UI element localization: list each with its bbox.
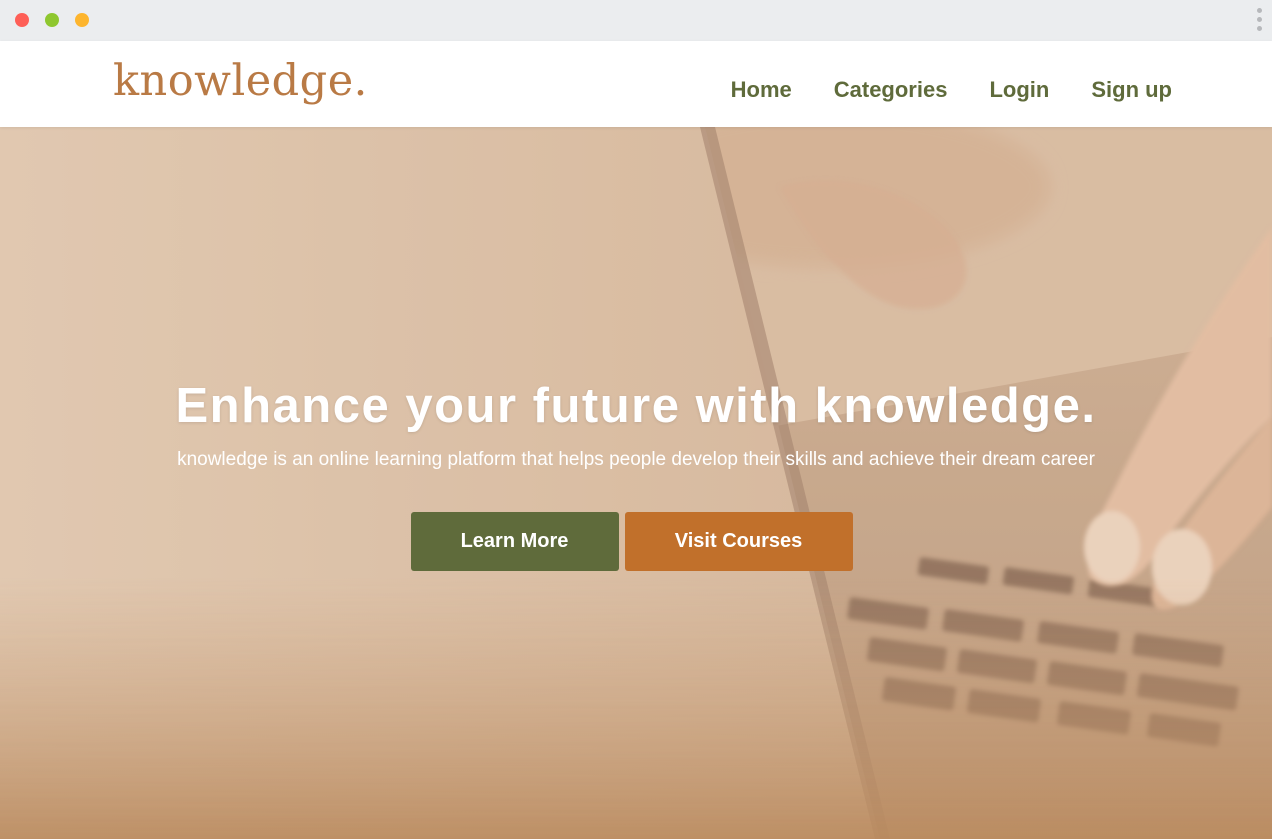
minimize-window-icon[interactable] [45,13,59,27]
close-window-icon[interactable] [15,13,29,27]
zoom-window-icon[interactable] [75,13,89,27]
learn-more-button[interactable]: Learn More [410,511,619,571]
hero-section: Enhance your future with knowledge. know… [0,127,1272,839]
nav-categories-link[interactable]: Categories [834,79,948,101]
site-navbar: knowledge. Home Categories Login Sign up [0,41,1272,127]
visit-courses-button[interactable]: Visit Courses [624,511,853,571]
browser-chrome [0,0,1272,41]
more-options-icon[interactable] [1256,8,1264,34]
nav-home-link[interactable]: Home [731,79,792,101]
site-logo[interactable]: knowledge. [113,60,368,103]
nav-signup-link[interactable]: Sign up [1091,79,1172,101]
nav-login-link[interactable]: Login [989,79,1049,101]
hero-buttons: Learn More Visit Courses [0,511,1272,571]
nav-links: Home Categories Login Sign up [731,79,1172,101]
hero-subtitle: knowledge is an online learning platform… [177,448,1095,470]
hero-title: Enhance your future with knowledge. [175,379,1097,433]
hero-content: Enhance your future with knowledge. know… [0,377,1272,571]
